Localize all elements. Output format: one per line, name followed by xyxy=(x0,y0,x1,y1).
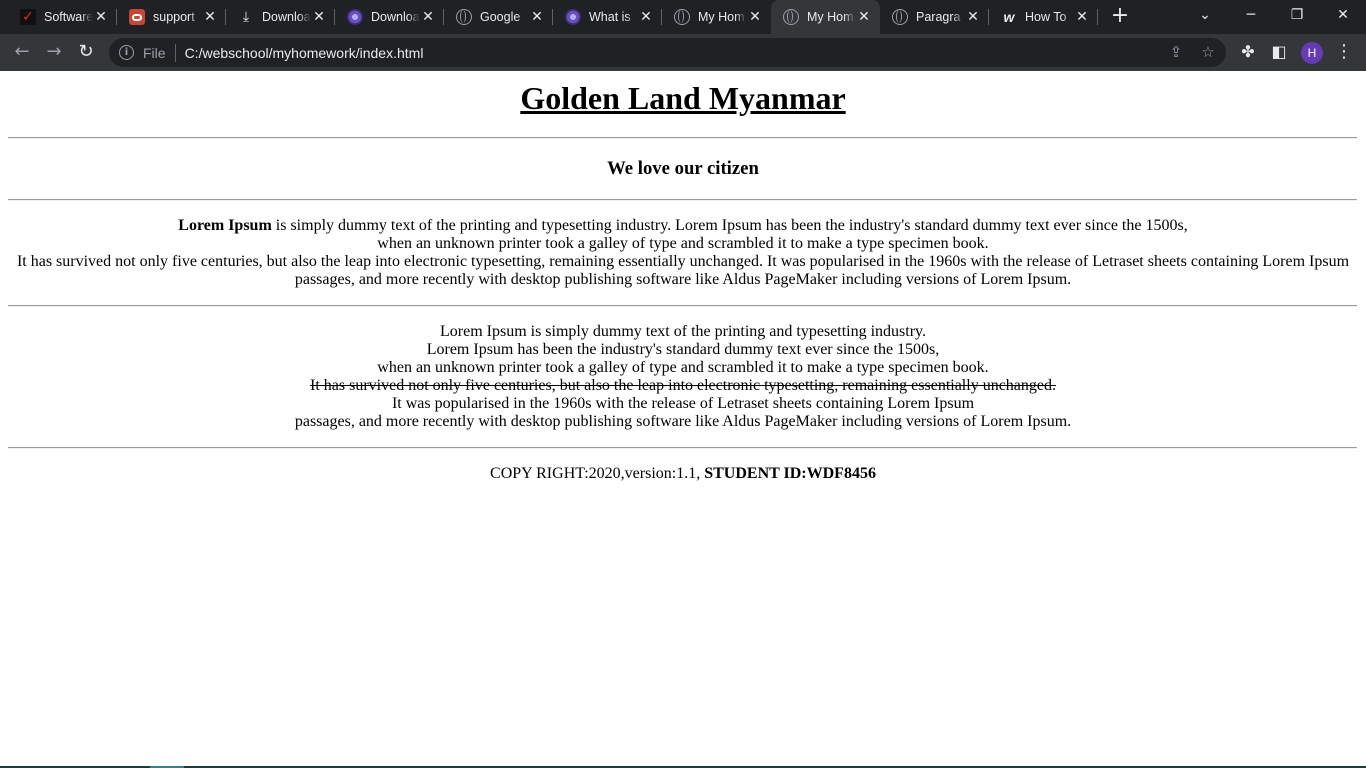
tab[interactable]: Google ✕ xyxy=(444,0,553,34)
reload-icon[interactable]: ↻ xyxy=(74,40,98,64)
tab[interactable]: My Hom ✕ xyxy=(662,0,771,34)
star-icon[interactable]: ☆ xyxy=(1197,41,1219,63)
forward-arrow-icon[interactable]: → xyxy=(42,40,66,64)
close-icon[interactable]: ✕ xyxy=(529,9,545,25)
paragraph-2: Lorem Ipsum is simply dummy text of the … xyxy=(8,323,1358,431)
close-icon[interactable]: ✕ xyxy=(202,9,218,25)
extensions-icon[interactable]: ✤ xyxy=(1236,40,1260,64)
strikethrough-text: It has survived not only five centuries,… xyxy=(309,377,1056,394)
close-icon[interactable]: ✕ xyxy=(1074,9,1090,25)
close-icon[interactable]: ✕ xyxy=(638,9,654,25)
file-label: File xyxy=(143,44,166,61)
globe-icon xyxy=(674,9,690,25)
new-tab-button[interactable]: + xyxy=(1108,4,1132,28)
purple-logo-icon xyxy=(565,9,581,25)
page-title: Golden Land Myanmar xyxy=(520,80,846,116)
globe-icon xyxy=(892,9,908,25)
tab-strip: ✓ Software ✕ support ✕ ⤓ Downloa ✕ Downl… xyxy=(0,0,1366,34)
student-id: STUDENT ID:WDF8456 xyxy=(704,465,876,482)
tab-title: Downloa xyxy=(262,10,311,24)
tab-title: Paragra xyxy=(916,10,961,24)
divider xyxy=(174,43,176,62)
close-icon[interactable]: ✕ xyxy=(965,9,981,25)
close-icon[interactable]: ✕ xyxy=(747,9,763,25)
divider xyxy=(8,305,1357,307)
url-text[interactable]: C:/webschool/myhomework/index.html xyxy=(185,45,424,61)
tab-title: Software xyxy=(44,10,93,24)
divider xyxy=(8,447,1357,449)
close-icon[interactable]: ✕ xyxy=(93,9,109,25)
footer: COPY RIGHT:2020,version:1.1, STUDENT ID:… xyxy=(8,465,1358,483)
paragraph-text: when an unknown printer took a galley of… xyxy=(377,235,989,252)
paragraph-text: Lorem Ipsum is simply dummy text of the … xyxy=(439,323,927,340)
tab-search-icon[interactable]: ⌄ xyxy=(1182,0,1228,34)
address-bar[interactable]: i File C:/webschool/myhomework/index.htm… xyxy=(109,38,1226,67)
w-logo-icon: w xyxy=(1003,9,1015,25)
divider xyxy=(8,137,1357,139)
minimize-button[interactable]: ─ xyxy=(1228,0,1274,34)
paragraph-text: It was popularised in the 1960s with the… xyxy=(391,395,975,412)
paragraph-text: is simply dummy text of the printing and… xyxy=(271,217,1188,234)
tab-active[interactable]: My Hom ✕ xyxy=(771,0,880,34)
restore-button[interactable]: ❐ xyxy=(1274,0,1320,34)
tab[interactable]: support ✕ xyxy=(117,0,226,34)
tab[interactable]: ✓ Software ✕ xyxy=(8,0,117,34)
tab-title: What is xyxy=(589,10,631,24)
tab-title: My Hom xyxy=(698,10,745,24)
globe-icon xyxy=(783,9,799,25)
page-subtitle: We love our citizen xyxy=(607,158,759,179)
side-panel-icon[interactable]: ◧ xyxy=(1267,40,1291,64)
paragraph-text: Lorem Ipsum has been the industry's stan… xyxy=(426,341,940,358)
tab[interactable]: Paragra ✕ xyxy=(880,0,989,34)
tab[interactable]: What is ✕ xyxy=(553,0,662,34)
tab[interactable]: ⤓ Downloa ✕ xyxy=(226,0,335,34)
close-icon[interactable]: ✕ xyxy=(856,9,872,25)
info-icon[interactable]: i xyxy=(119,45,134,60)
tab-title: support xyxy=(153,10,195,24)
avatar[interactable]: H xyxy=(1301,42,1323,64)
paragraph-1: Lorem Ipsum is simply dummy text of the … xyxy=(8,217,1358,289)
menu-icon[interactable]: ⋮ xyxy=(1332,40,1356,64)
tab-title: Google xyxy=(480,10,521,24)
globe-icon xyxy=(456,9,472,25)
tab[interactable]: w How To ✕ xyxy=(989,0,1098,34)
close-icon[interactable]: ✕ xyxy=(311,9,327,25)
purple-logo-icon xyxy=(347,9,363,25)
v-logo-icon: ✓ xyxy=(20,9,36,25)
bold-text: Lorem Ipsum xyxy=(178,217,272,234)
close-icon[interactable]: ✕ xyxy=(420,9,436,25)
tab-title: Downloa xyxy=(371,10,420,24)
tab-title: My Hom xyxy=(807,10,854,24)
back-arrow-icon[interactable]: ← xyxy=(10,40,34,64)
page-content: Golden Land Myanmar We love our citizen … xyxy=(0,71,1366,768)
share-icon[interactable]: ⇪ xyxy=(1165,41,1187,63)
copyright-text: COPY RIGHT:2020,version:1.1, xyxy=(490,465,705,482)
paragraph-text: passages, and more recently with desktop… xyxy=(294,413,1072,430)
browser-toolbar: ← → ↻ i File C:/webschool/myhomework/ind… xyxy=(0,34,1366,71)
download-icon: ⤓ xyxy=(242,9,250,25)
tab-list: ✓ Software ✕ support ✕ ⤓ Downloa ✕ Downl… xyxy=(8,0,1098,34)
oracle-icon xyxy=(129,9,145,25)
tab[interactable]: Downloa ✕ xyxy=(335,0,444,34)
paragraph-text: It has survived not only five centuries,… xyxy=(16,253,1350,288)
divider xyxy=(8,199,1357,201)
close-window-button[interactable]: ✕ xyxy=(1320,0,1366,34)
tab-title: How To xyxy=(1025,10,1067,24)
paragraph-text: when an unknown printer took a galley of… xyxy=(377,359,989,376)
